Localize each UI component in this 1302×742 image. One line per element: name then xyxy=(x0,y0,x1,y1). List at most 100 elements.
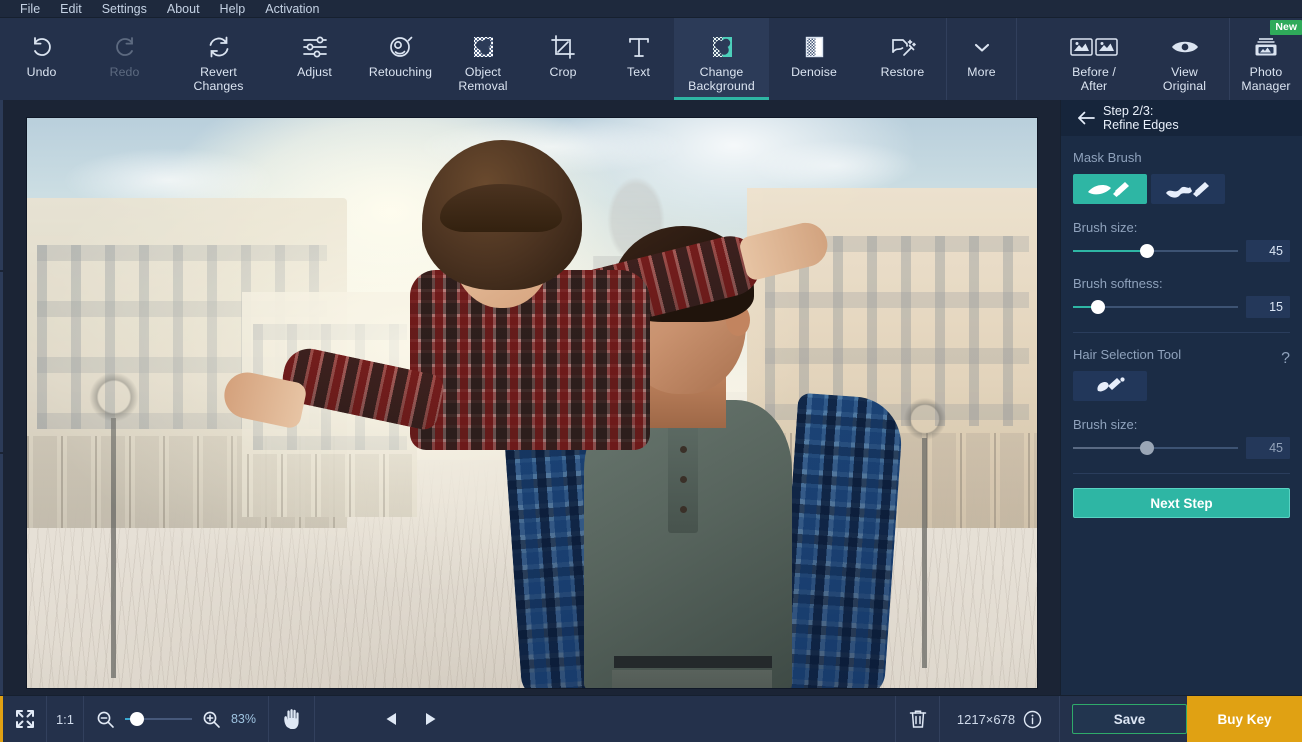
tool-label: Adjust xyxy=(297,65,332,79)
tool-view-original[interactable]: View Original xyxy=(1140,18,1230,100)
panel-divider-2 xyxy=(1073,473,1290,474)
tool-more[interactable]: More xyxy=(947,18,1017,100)
mask-erase-brush-icon xyxy=(1163,178,1213,200)
tool-redo[interactable]: Redo xyxy=(83,18,166,100)
new-badge: New xyxy=(1270,20,1302,35)
actual-size-button[interactable]: 1:1 xyxy=(47,696,84,742)
delete-button[interactable] xyxy=(896,696,940,742)
mask-keep-brush-button[interactable] xyxy=(1073,174,1147,204)
tool-label: Revert Changes xyxy=(194,65,244,93)
tool-label: Redo xyxy=(110,65,140,79)
tool-text[interactable]: Text xyxy=(603,18,674,100)
menu-item-about[interactable]: About xyxy=(157,0,210,18)
trash-icon xyxy=(908,708,928,730)
hair-brush-size-slider[interactable] xyxy=(1073,441,1238,455)
photo-subject-boy xyxy=(272,140,832,470)
brush-softness-slider[interactable] xyxy=(1073,300,1238,314)
hair-tool-header: Hair Selection Tool ? xyxy=(1073,347,1290,371)
photo-canvas[interactable] xyxy=(27,118,1037,688)
hair-selection-brush-button[interactable] xyxy=(1073,371,1147,401)
tool-label: Photo Manager xyxy=(1241,65,1290,93)
hair-brush-size-value[interactable]: 45 xyxy=(1246,437,1290,459)
mask-erase-brush-button[interactable] xyxy=(1151,174,1225,204)
tool-adjust[interactable]: Adjust xyxy=(271,18,358,100)
back-arrow-icon[interactable] xyxy=(1073,105,1099,131)
tool-label: Before / After xyxy=(1072,65,1116,93)
hand-pan-button[interactable] xyxy=(269,696,315,742)
menu-item-settings[interactable]: Settings xyxy=(92,0,157,18)
panel-divider xyxy=(1073,332,1290,333)
toolbar-spacer xyxy=(1017,18,1048,100)
tool-label: More xyxy=(967,65,995,79)
image-dimensions: 1217×678 xyxy=(940,696,1060,742)
brush-softness-row: 15 xyxy=(1073,296,1290,318)
brush-size-value[interactable]: 45 xyxy=(1246,240,1290,262)
text-t-icon xyxy=(626,32,652,62)
tool-before-after[interactable]: Before / After xyxy=(1048,18,1140,100)
tool-label: Retouching xyxy=(369,65,432,79)
hand-pan-icon xyxy=(281,707,303,731)
zoom-slider[interactable] xyxy=(125,712,192,726)
object-removal-icon xyxy=(469,32,497,62)
tool-crop[interactable]: Crop xyxy=(523,18,603,100)
brush-size-label: Brush size: xyxy=(1073,220,1290,235)
right-side-panel: Step 2/3: Refine Edges Mask Brush xyxy=(1060,100,1302,695)
photo-street-lamp-left xyxy=(111,418,116,678)
app-window: File Edit Settings About Help Activation… xyxy=(0,0,1302,742)
buy-key-button[interactable]: Buy Key xyxy=(1187,696,1302,742)
fit-to-screen-icon xyxy=(14,708,36,730)
menu-item-edit[interactable]: Edit xyxy=(50,0,92,18)
tool-label: Restore xyxy=(881,65,925,79)
tool-undo[interactable]: Undo xyxy=(0,18,83,100)
zoom-in-icon[interactable] xyxy=(202,710,221,729)
main-toolbar: Undo Redo Revert Changes xyxy=(0,18,1302,100)
tool-retouching[interactable]: Retouching xyxy=(358,18,443,100)
panel-header: Step 2/3: Refine Edges xyxy=(1061,100,1302,136)
tool-restore[interactable]: Restore xyxy=(859,18,947,100)
restore-wand-icon xyxy=(889,32,917,62)
panel-body: Mask Brush xyxy=(1061,136,1302,695)
tool-label: Change Background xyxy=(688,65,755,93)
chevron-down-icon xyxy=(971,32,993,62)
tool-denoise[interactable]: Denoise xyxy=(769,18,859,100)
next-step-button[interactable]: Next Step xyxy=(1073,488,1290,518)
previous-triangle-icon[interactable] xyxy=(383,710,401,728)
mask-brush-group xyxy=(1073,174,1290,204)
menu-item-help[interactable]: Help xyxy=(210,0,256,18)
before-after-icon xyxy=(1069,32,1119,62)
brush-softness-value[interactable]: 15 xyxy=(1246,296,1290,318)
save-button[interactable]: Save xyxy=(1072,704,1187,734)
refresh-icon xyxy=(206,32,232,62)
change-background-icon xyxy=(708,32,736,62)
hair-tool-group xyxy=(1073,371,1290,401)
tool-revert-changes[interactable]: Revert Changes xyxy=(166,18,271,100)
zoom-controls: 83% xyxy=(84,696,269,742)
menu-item-file[interactable]: File xyxy=(10,0,50,18)
step-title: Step 2/3: Refine Edges xyxy=(1103,104,1179,132)
dimensions-label: 1217×678 xyxy=(957,712,1015,727)
fit-to-screen-button[interactable] xyxy=(3,696,47,742)
face-retouch-icon xyxy=(387,32,415,62)
hair-brush-size-row: 45 xyxy=(1073,437,1290,459)
brush-size-slider[interactable] xyxy=(1073,244,1238,258)
mask-keep-brush-icon xyxy=(1085,178,1135,200)
next-triangle-icon[interactable] xyxy=(421,710,439,728)
info-circle-icon[interactable] xyxy=(1023,710,1042,729)
canvas-area[interactable] xyxy=(0,100,1060,695)
tool-label: Denoise xyxy=(791,65,837,79)
tool-label: Text xyxy=(627,65,650,79)
brush-size-row: 45 xyxy=(1073,240,1290,262)
tool-object-removal[interactable]: Object Removal xyxy=(443,18,523,100)
tool-label: Object Removal xyxy=(458,65,507,93)
bottom-actions: Save Buy Key xyxy=(1060,696,1302,742)
tool-change-background[interactable]: Change Background xyxy=(674,18,769,100)
zoom-out-icon[interactable] xyxy=(96,710,115,729)
undo-arrow-icon xyxy=(29,32,55,62)
menu-item-activation[interactable]: Activation xyxy=(255,0,329,18)
tool-photo-manager[interactable]: New Photo Manager xyxy=(1230,18,1302,100)
photo-manager-icon xyxy=(1251,32,1281,62)
denoise-icon xyxy=(801,32,827,62)
help-question-icon[interactable]: ? xyxy=(1281,350,1290,368)
bottom-bar: 1:1 83% xyxy=(0,695,1302,742)
workspace: Step 2/3: Refine Edges Mask Brush xyxy=(0,100,1302,695)
